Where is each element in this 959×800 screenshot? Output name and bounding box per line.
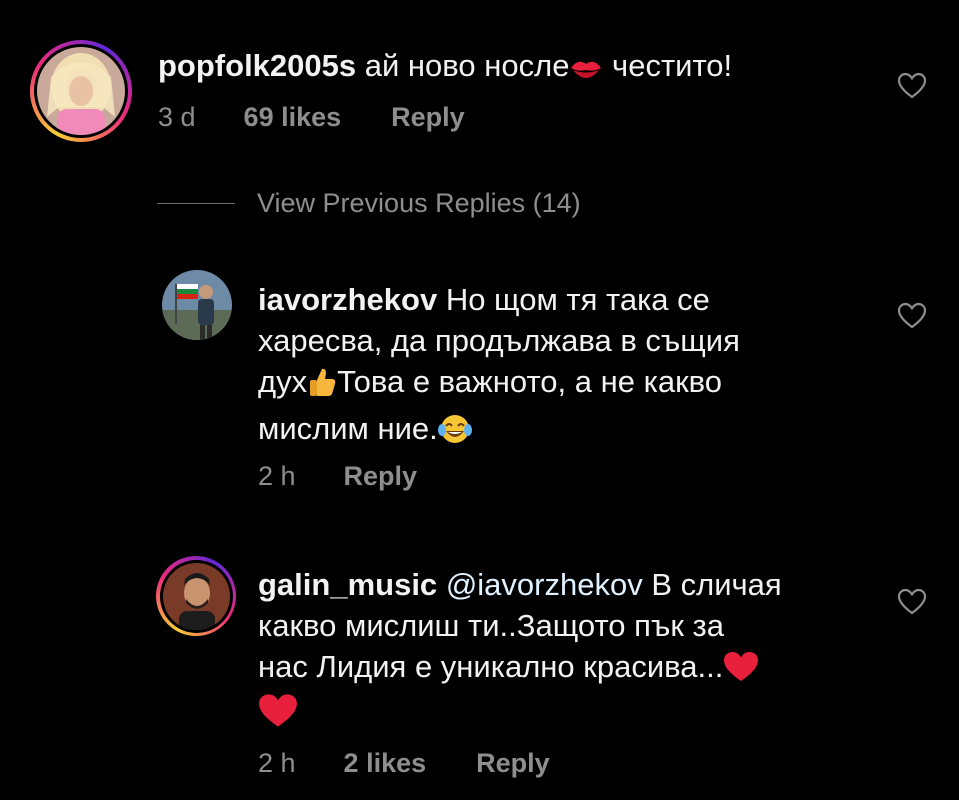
timestamp: 2 h [258, 748, 296, 778]
view-previous-replies-label: View Previous Replies (14) [257, 188, 581, 218]
timestamp: 3 d [158, 102, 196, 132]
comments-thread: popfolk2005s ай ново носле честито! 3 d … [0, 0, 959, 800]
red-heart-icon [723, 651, 759, 693]
red-heart-icon [258, 693, 298, 739]
thumbs-up-icon [307, 366, 337, 408]
reply-button[interactable]: Reply [391, 102, 465, 133]
reply-button[interactable]: Reply [476, 748, 550, 779]
likes-count[interactable]: 69 likes [244, 102, 342, 133]
comment-text: popfolk2005s ай ново носле честито! [158, 45, 732, 92]
comment-text: iavorzhekov Но щом тя така се харесва, д… [258, 279, 740, 455]
view-previous-replies-button[interactable]: View Previous Replies (14) [157, 188, 581, 219]
avatar-story-ring[interactable] [30, 40, 132, 142]
heart-outline-icon[interactable] [897, 302, 927, 330]
mention-link[interactable]: @iavorzhekov [446, 567, 643, 602]
tears-of-joy-icon [437, 413, 472, 455]
comment-meta: 2 h 2 likes Reply [258, 748, 550, 779]
username[interactable]: galin_music [258, 567, 437, 602]
username[interactable]: popfolk2005s [158, 48, 356, 83]
kiss-mark-icon [569, 51, 603, 92]
username[interactable]: iavorzhekov [258, 282, 437, 317]
avatar[interactable] [162, 270, 232, 340]
avatar [37, 47, 125, 135]
likes-count[interactable]: 2 likes [344, 748, 427, 779]
comment-meta: 2 h Reply [258, 461, 417, 492]
timestamp: 2 h [258, 461, 296, 491]
divider [157, 203, 235, 204]
avatar [162, 562, 230, 630]
reply-button[interactable]: Reply [344, 461, 418, 492]
heart-outline-icon[interactable] [897, 72, 927, 100]
avatar-story-ring[interactable] [156, 556, 236, 636]
comment-meta: 3 d 69 likes Reply [158, 102, 465, 133]
heart-outline-icon[interactable] [897, 588, 927, 616]
comment-text: galin_music @iavorzhekov В сличая какво … [258, 564, 782, 739]
